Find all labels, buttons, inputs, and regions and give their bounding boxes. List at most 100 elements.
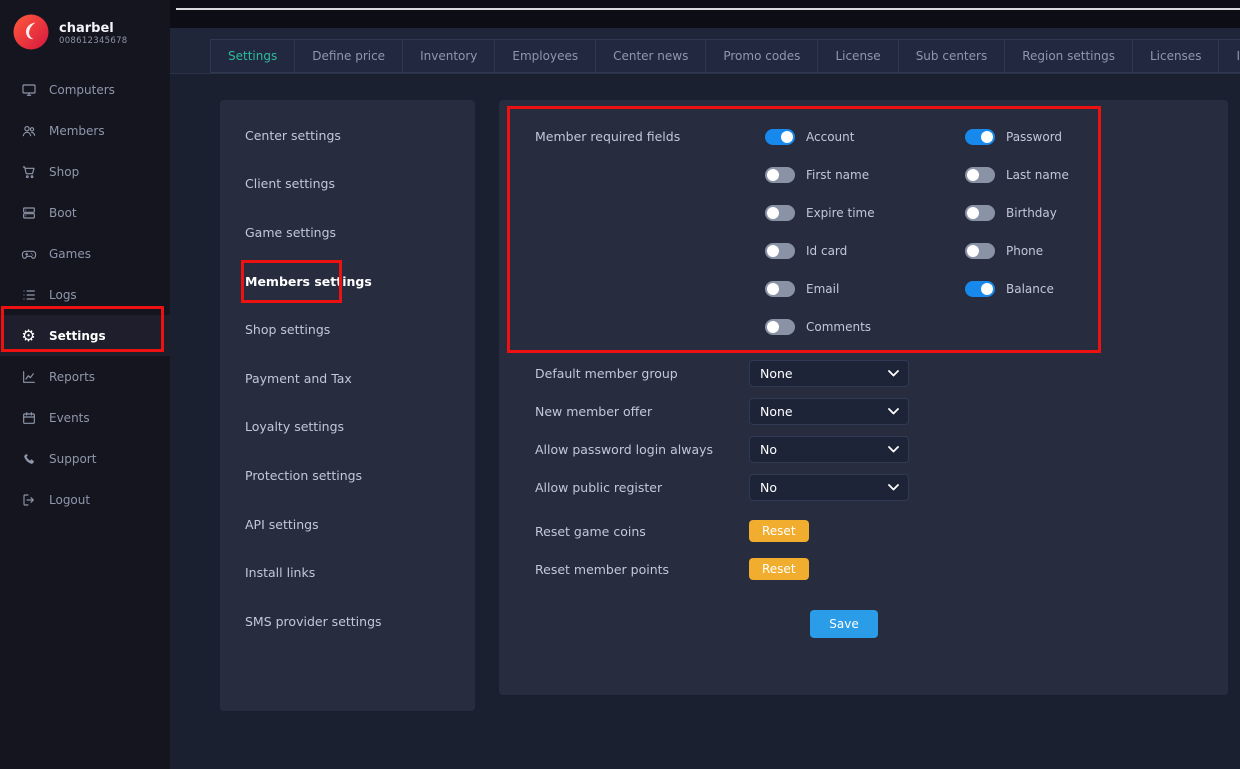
toggle-row-first-name: First name [765,156,965,194]
member-required-fields-section: Member required fields Account Password … [499,118,1228,346]
tab-idc-games[interactable]: IDC games [1218,39,1240,73]
expire-time-toggle[interactable] [765,205,795,221]
sidebar-item-events[interactable]: Events [0,397,170,438]
save-row: Save [499,610,1228,638]
sidebar-item-logout[interactable]: Logout [0,479,170,520]
chart-icon [20,368,37,385]
chevron-down-icon [888,408,899,415]
new-member-offer-select[interactable]: None [749,398,909,425]
tab-define-price[interactable]: Define price [294,39,403,73]
tab-sub-centers[interactable]: Sub centers [898,39,1006,73]
last-name-toggle[interactable] [965,167,995,183]
settings-nav-panel: Center settings Client settings Game set… [220,100,475,711]
toggle-row-expire-time: Expire time [765,194,965,232]
gear-icon: ⚙ [20,327,37,344]
sidebar-item-label: Support [49,452,96,466]
nav-item-center-settings[interactable]: Center settings [220,111,475,160]
sidebar-item-support[interactable]: Support [0,438,170,479]
sidebar-item-boot[interactable]: Boot [0,192,170,233]
reset-member-points-row: Reset member points Reset [499,550,1228,588]
balance-toggle[interactable] [965,281,995,297]
nav-item-protection-settings[interactable]: Protection settings [220,451,475,500]
select-value: None [760,404,793,419]
tab-license[interactable]: License [817,39,898,73]
comments-toggle[interactable] [765,319,795,335]
sidebar-item-logs[interactable]: Logs [0,274,170,315]
nav-item-loyalty-settings[interactable]: Loyalty settings [220,403,475,452]
tab-region-settings[interactable]: Region settings [1004,39,1133,73]
toggle-row-last-name: Last name [965,156,1165,194]
sidebar-item-label: Games [49,247,91,261]
reset-section: Reset game coins Reset Reset member poin… [499,512,1228,588]
password-toggle[interactable] [965,129,995,145]
tab-employees[interactable]: Employees [494,39,596,73]
sidebar: charbel 008612345678 Computers Members S… [0,0,170,769]
app-window: charbel 008612345678 Computers Members S… [0,0,1240,769]
allow-public-register-select[interactable]: No [749,474,909,501]
sidebar-item-label: Boot [49,206,77,220]
member-required-fields-label: Member required fields [535,118,765,346]
nav-item-game-settings[interactable]: Game settings [220,208,475,257]
phone-toggle[interactable] [965,243,995,259]
allow-public-register-row: Allow public register No [499,468,1228,506]
nav-item-client-settings[interactable]: Client settings [220,160,475,209]
default-member-group-select[interactable]: None [749,360,909,387]
tab-inventory[interactable]: Inventory [402,39,495,73]
first-name-toggle[interactable] [765,167,795,183]
nav-item-api-settings[interactable]: API settings [220,500,475,549]
sidebar-item-members[interactable]: Members [0,110,170,151]
toggle-row-phone: Phone [965,232,1165,270]
sidebar-item-settings[interactable]: ⚙ Settings [0,315,170,356]
sidebar-item-label: Computers [49,83,115,97]
toggle-row-password: Password [965,118,1165,156]
chevron-down-icon [888,370,899,377]
tab-center-news[interactable]: Center news [595,39,706,73]
toggle-label: Phone [1006,244,1043,258]
tab-settings[interactable]: Settings [210,39,295,73]
field-label: New member offer [535,404,749,419]
toggle-row-id-card: Id card [765,232,965,270]
field-label: Allow password login always [535,442,749,457]
email-toggle[interactable] [765,281,795,297]
reset-member-points-button[interactable]: Reset [749,558,809,580]
sidebar-item-shop[interactable]: Shop [0,151,170,192]
sidebar-item-computers[interactable]: Computers [0,69,170,110]
nav-item-payment-and-tax[interactable]: Payment and Tax [220,354,475,403]
sidebar-item-games[interactable]: Games [0,233,170,274]
user-name: charbel [59,21,128,36]
sidebar-item-label: Settings [49,329,106,343]
nav-item-install-links[interactable]: Install links [220,548,475,597]
nav-item-sms-provider-settings[interactable]: SMS provider settings [220,597,475,646]
allow-password-login-select[interactable]: No [749,436,909,463]
tab-bar: Settings Define price Inventory Employee… [170,28,1240,74]
sidebar-item-reports[interactable]: Reports [0,356,170,397]
gamepad-icon [20,245,37,262]
toggle-label: Expire time [806,206,875,220]
toggle-row-birthday: Birthday [965,194,1165,232]
toggle-label: Comments [806,320,871,334]
user-id: 008612345678 [59,36,128,46]
sidebar-item-label: Logout [49,493,90,507]
nav-item-members-settings[interactable]: Members settings [220,257,475,306]
toggle-label: Last name [1006,168,1069,182]
toggle-label: Balance [1006,282,1054,296]
reset-game-coins-button[interactable]: Reset [749,520,809,542]
server-icon [20,204,37,221]
select-section: Default member group None New member off… [499,354,1228,506]
cart-icon [20,163,37,180]
toggle-label: Password [1006,130,1062,144]
account-toggle[interactable] [765,129,795,145]
toggle-row-email: Email [765,270,965,308]
toggle-label: Birthday [1006,206,1057,220]
toggle-row-comments: Comments [765,308,965,346]
tab-promo-codes[interactable]: Promo codes [705,39,818,73]
save-button[interactable]: Save [810,610,878,638]
select-value: None [760,366,793,381]
birthday-toggle[interactable] [965,205,995,221]
tab-licenses[interactable]: Licenses [1132,39,1220,73]
top-strip [170,0,1240,28]
id-card-toggle[interactable] [765,243,795,259]
sidebar-menu: Computers Members Shop Boot Games Logs [0,69,170,520]
nav-item-shop-settings[interactable]: Shop settings [220,305,475,354]
sidebar-item-label: Reports [49,370,95,384]
